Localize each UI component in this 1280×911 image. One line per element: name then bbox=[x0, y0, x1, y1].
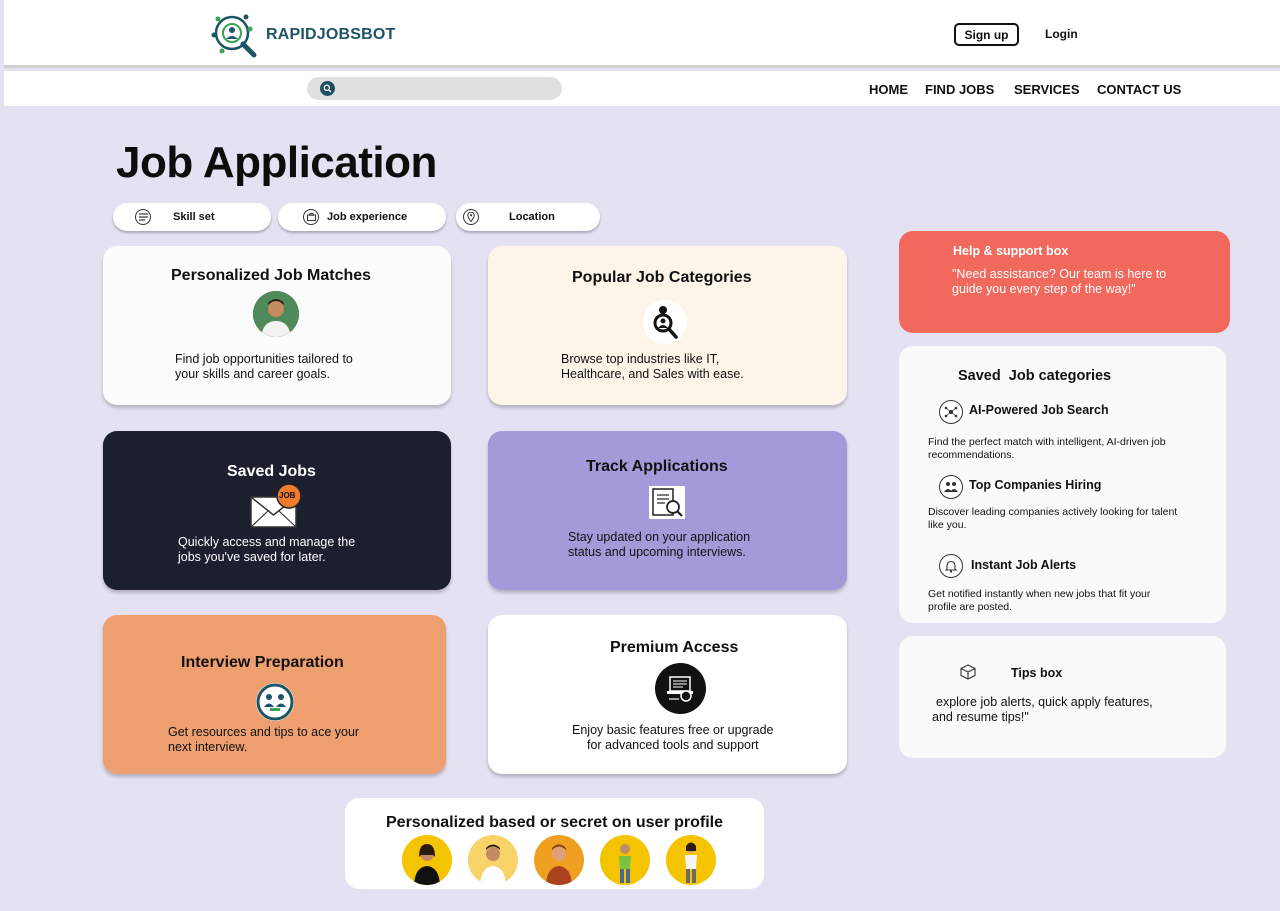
card-popular-job-categories[interactable]: Popular Job Categories Browse top indust… bbox=[488, 246, 847, 405]
application-document-icon bbox=[649, 486, 685, 519]
card-title: Track Applications bbox=[586, 458, 728, 475]
card-desc-line: Stay updated on your application bbox=[568, 530, 751, 544]
nav-bar: HOME FIND JOBS SERVICES CONTACT US bbox=[4, 71, 1280, 106]
card-desc-line: next interview. bbox=[168, 740, 248, 754]
logo-icon bbox=[211, 14, 257, 58]
card-desc-line: Browse top industries like IT, bbox=[561, 352, 720, 366]
brand-name: RAPIDJOBSBOT bbox=[266, 26, 396, 43]
category-title[interactable]: Top Companies Hiring bbox=[969, 478, 1101, 492]
card-saved-jobs[interactable]: Saved Jobs JOB Quickly access and manage… bbox=[103, 431, 451, 590]
category-desc-line: profile are posted. bbox=[928, 601, 1013, 613]
card-premium-access[interactable]: Premium Access Enjoy basic features free… bbox=[488, 615, 847, 774]
filter-location[interactable]: Location bbox=[456, 203, 600, 231]
filter-label: Location bbox=[509, 211, 555, 223]
card-title: Saved Jobs bbox=[227, 463, 316, 480]
tips-box: Tips box explore job alerts, quick apply… bbox=[899, 636, 1226, 758]
card-track-applications[interactable]: Track Applications Stay updated on your … bbox=[488, 431, 847, 590]
candidate-avatar bbox=[253, 291, 299, 337]
companies-icon bbox=[939, 475, 963, 499]
location-pin-icon bbox=[463, 209, 479, 225]
list-icon bbox=[135, 209, 151, 225]
category-desc-line: recommendations. bbox=[928, 449, 1015, 461]
briefcase-icon bbox=[303, 209, 319, 225]
job-search-person-icon bbox=[643, 300, 687, 344]
saved-job-categories-box: Saved Job categories AI-Powered Job Sear… bbox=[899, 346, 1226, 623]
envelope-job-icon: JOB bbox=[250, 483, 302, 529]
card-interview-preparation[interactable]: Interview Preparation Get resources and … bbox=[103, 615, 446, 774]
category-desc-line: like you. bbox=[928, 519, 967, 531]
personalized-profile-section: Personalized based or secret on user pro… bbox=[345, 798, 764, 889]
job-badge: JOB bbox=[279, 491, 296, 500]
card-desc-line: Enjoy basic features free or upgrade bbox=[572, 723, 774, 737]
ai-network-icon bbox=[939, 400, 963, 424]
filter-job-experience[interactable]: Job experience bbox=[278, 203, 446, 231]
card-desc-line: Find job opportunities tailored to bbox=[175, 352, 353, 366]
card-desc-line: status and upcoming interviews. bbox=[568, 545, 746, 559]
tips-text-line: explore job alerts, quick apply features… bbox=[936, 695, 1153, 709]
help-support-box[interactable]: Help & support box "Need assistance? Our… bbox=[899, 231, 1230, 333]
box-icon bbox=[959, 663, 977, 681]
card-title: Personalized Job Matches bbox=[171, 267, 372, 284]
category-desc-line: Get notified instantly when new jobs tha… bbox=[928, 588, 1151, 600]
tips-title: Tips box bbox=[1011, 666, 1063, 680]
card-title: Premium Access bbox=[610, 639, 739, 656]
card-desc-line: Quickly access and manage the bbox=[178, 535, 356, 549]
nav-find-jobs[interactable]: FIND JOBS bbox=[925, 82, 994, 97]
filter-label: Job experience bbox=[327, 211, 408, 223]
user-avatar[interactable] bbox=[468, 835, 518, 885]
search-icon[interactable] bbox=[320, 81, 335, 96]
card-desc-line: for advanced tools and support bbox=[587, 738, 759, 752]
signup-button[interactable]: Sign up bbox=[954, 23, 1019, 46]
category-desc-line: Find the perfect match with intelligent,… bbox=[928, 436, 1166, 448]
user-avatar[interactable] bbox=[402, 835, 452, 885]
search-input[interactable] bbox=[307, 77, 562, 100]
nav-home[interactable]: HOME bbox=[869, 82, 908, 97]
user-avatar[interactable] bbox=[666, 835, 716, 885]
brand-logo[interactable]: RAPIDJOBSBOT bbox=[210, 11, 396, 59]
card-desc-line: jobs you've saved for later. bbox=[178, 550, 326, 564]
category-desc-line: Discover leading companies actively look… bbox=[928, 506, 1178, 518]
interview-people-icon bbox=[256, 683, 294, 721]
saved-categories-title: Saved Job categories bbox=[958, 368, 1112, 384]
card-desc-line: Healthcare, and Sales with ease. bbox=[561, 367, 744, 381]
nav-services[interactable]: SERVICES bbox=[1014, 82, 1080, 97]
card-title: Interview Preparation bbox=[181, 654, 344, 671]
help-title: Help & support box bbox=[953, 244, 1069, 258]
category-title[interactable]: AI-Powered Job Search bbox=[969, 403, 1109, 417]
category-title[interactable]: Instant Job Alerts bbox=[971, 558, 1076, 572]
profile-section-title: Personalized based or secret on user pro… bbox=[386, 814, 723, 831]
filter-label: Skill set bbox=[173, 211, 215, 223]
nav-contact-us[interactable]: CONTACT US bbox=[1097, 82, 1181, 97]
login-link[interactable]: Login bbox=[1045, 27, 1078, 41]
page-title: Job Application bbox=[116, 138, 437, 187]
bell-icon bbox=[939, 554, 963, 578]
tips-text-line: and resume tips!" bbox=[932, 710, 1029, 724]
card-personalized-job-matches[interactable]: Personalized Job Matches Find job opport… bbox=[103, 246, 451, 405]
help-text-line: guide you every step of the way!" bbox=[952, 282, 1136, 296]
user-avatar[interactable] bbox=[534, 835, 584, 885]
help-text-line: "Need assistance? Our team is here to bbox=[952, 267, 1167, 281]
top-header: RAPIDJOBSBOT Sign up Login bbox=[4, 0, 1280, 68]
card-desc-line: Get resources and tips to ace your bbox=[168, 725, 360, 739]
user-avatar[interactable] bbox=[600, 835, 650, 885]
filter-skill-set[interactable]: Skill set bbox=[113, 203, 271, 231]
card-desc-line: your skills and career goals. bbox=[175, 367, 330, 381]
premium-laptop-icon bbox=[655, 663, 706, 714]
card-title: Popular Job Categories bbox=[572, 269, 752, 286]
